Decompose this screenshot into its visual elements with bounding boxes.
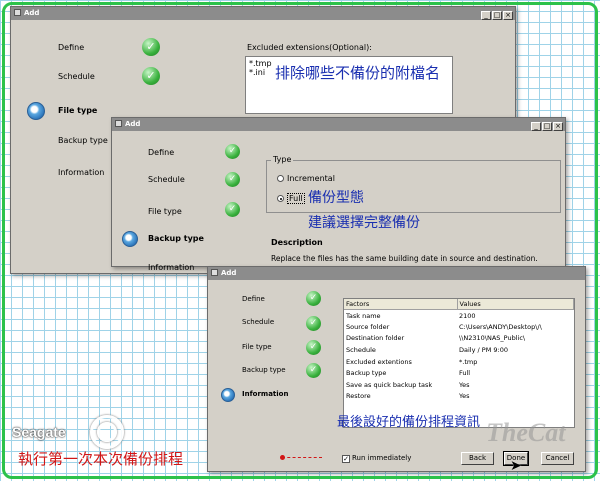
maximize-button[interactable]: □	[542, 122, 552, 131]
summary-table[interactable]: Factors Values Task name 2100 Source fold…	[343, 298, 575, 428]
annotation-excluded: 排除哪些不備份的附檔名	[275, 64, 441, 82]
annotation-run-first: 執行第一次本次備份排程	[18, 450, 184, 468]
check-icon: ✓	[225, 172, 240, 187]
radio-incremental-label: Incremental	[287, 174, 335, 183]
check-icon: ✓	[306, 316, 321, 331]
step-define: Define	[148, 148, 175, 157]
header-values[interactable]: Values	[457, 299, 574, 310]
annotation-summary: 最後設好的備份排程資訊	[337, 415, 481, 430]
value-cell: Yes	[459, 380, 470, 389]
dialog-2-titlebar[interactable]: Add _ □ ×	[112, 118, 565, 131]
close-button[interactable]: ×	[553, 122, 563, 131]
table-row: Schedule Daily / PM 9:00	[344, 344, 574, 356]
step-information: Information	[242, 390, 289, 398]
dialog-1-titlebar[interactable]: Add _ □ ×	[11, 7, 515, 20]
step-define: Define	[242, 295, 265, 303]
step-schedule: Schedule	[242, 318, 275, 326]
current-step-icon	[27, 102, 45, 120]
step-backup-type: Backup type	[58, 136, 108, 145]
step-backup-type: Backup type	[148, 234, 204, 243]
table-row: Backup type Full	[344, 367, 574, 379]
annotation-backup-type-2: 建議選擇完整備份	[308, 215, 420, 231]
watermark: TheCat	[486, 418, 566, 447]
radio-full[interactable]: Full	[277, 193, 305, 204]
check-icon: ✓	[306, 340, 321, 355]
run-immediately-label: Run immediately	[352, 454, 412, 462]
dialog-2-title: Add	[125, 120, 141, 128]
step-backup-type: Backup type	[242, 366, 286, 374]
factor-cell: Excluded extentions	[346, 357, 412, 366]
run-immediately-checkbox[interactable]: ✓ Run immediately	[342, 454, 411, 463]
table-row: Task name 2100	[344, 310, 574, 322]
app-icon	[14, 9, 21, 16]
window-controls: _ □ ×	[480, 9, 513, 20]
step-information: Information	[148, 263, 195, 272]
check-icon: ✓	[142, 67, 160, 85]
current-step-icon	[122, 231, 138, 247]
check-icon: ✓	[225, 144, 240, 159]
close-button[interactable]: ×	[503, 11, 513, 20]
app-icon	[115, 120, 122, 127]
step-information: Information	[58, 168, 105, 177]
mouse-pointer-icon: ➤	[510, 458, 522, 474]
annotation-backup-type-1: 備份型態	[308, 190, 364, 206]
step-file-type: File type	[58, 106, 98, 115]
table-row: Destination folder \\N2310\NAS_Public\	[344, 333, 574, 345]
step-define: Define	[58, 43, 85, 52]
factor-cell: Backup type	[346, 369, 387, 378]
dialog-1-title: Add	[24, 9, 40, 17]
value-cell: 2100	[459, 311, 476, 320]
step-schedule: Schedule	[148, 175, 185, 184]
dialog-3-titlebar[interactable]: Add	[208, 267, 585, 280]
window-controls: _ □ ×	[530, 120, 563, 131]
table-row: Save as quick backup task Yes	[344, 379, 574, 391]
value-cell: Full	[459, 369, 471, 378]
dialog-3-title: Add	[221, 269, 237, 277]
app-icon	[211, 269, 218, 276]
step-file-type: File type	[242, 343, 272, 351]
table-row: Excluded extentions *.tmp	[344, 356, 574, 368]
seagate-swirl-icon	[97, 422, 117, 442]
current-step-icon	[221, 388, 235, 402]
factor-cell: Source folder	[346, 322, 390, 331]
checkbox-check-icon: ✓	[342, 455, 350, 463]
factor-cell: Save as quick backup task	[346, 380, 433, 389]
description-title: Description	[271, 238, 323, 247]
radio-incremental[interactable]: Incremental	[277, 174, 335, 183]
radio-icon	[277, 195, 284, 202]
header-factors[interactable]: Factors	[344, 299, 458, 310]
excluded-extensions-label: Excluded extensions(Optional):	[247, 43, 372, 52]
value-cell: Daily / PM 9:00	[459, 346, 508, 355]
factor-cell: Schedule	[346, 346, 376, 355]
step-schedule: Schedule	[58, 72, 95, 81]
radio-icon	[277, 175, 284, 182]
factor-cell: Destination folder	[346, 334, 405, 343]
value-cell: \\N2310\NAS_Public\	[459, 334, 526, 343]
check-icon: ✓	[306, 363, 321, 378]
radio-full-label: Full	[287, 193, 305, 204]
arrow-line	[282, 457, 322, 458]
maximize-button[interactable]: □	[492, 11, 502, 20]
type-group-title: Type	[271, 155, 294, 164]
factor-cell: Restore	[346, 392, 371, 401]
cancel-button[interactable]: Cancel	[541, 452, 574, 465]
check-icon: ✓	[306, 291, 321, 306]
description-text: Replace the files has the same building …	[271, 254, 538, 263]
check-icon: ✓	[225, 202, 240, 217]
value-cell: Yes	[459, 392, 470, 401]
step-file-type: File type	[148, 207, 182, 216]
factor-cell: Task name	[346, 311, 381, 320]
value-cell: *.tmp	[459, 357, 478, 366]
table-row: Restore Yes	[344, 391, 574, 403]
back-button[interactable]: Back	[461, 452, 494, 465]
seagate-logo: Seagate	[12, 424, 66, 440]
table-row: Source folder C:\Users\ANDY\Desktop\/\	[344, 321, 574, 333]
minimize-button[interactable]: _	[481, 11, 491, 20]
value-cell: C:\Users\ANDY\Desktop\/\	[459, 322, 542, 331]
minimize-button[interactable]: _	[531, 122, 541, 131]
check-icon: ✓	[142, 38, 160, 56]
